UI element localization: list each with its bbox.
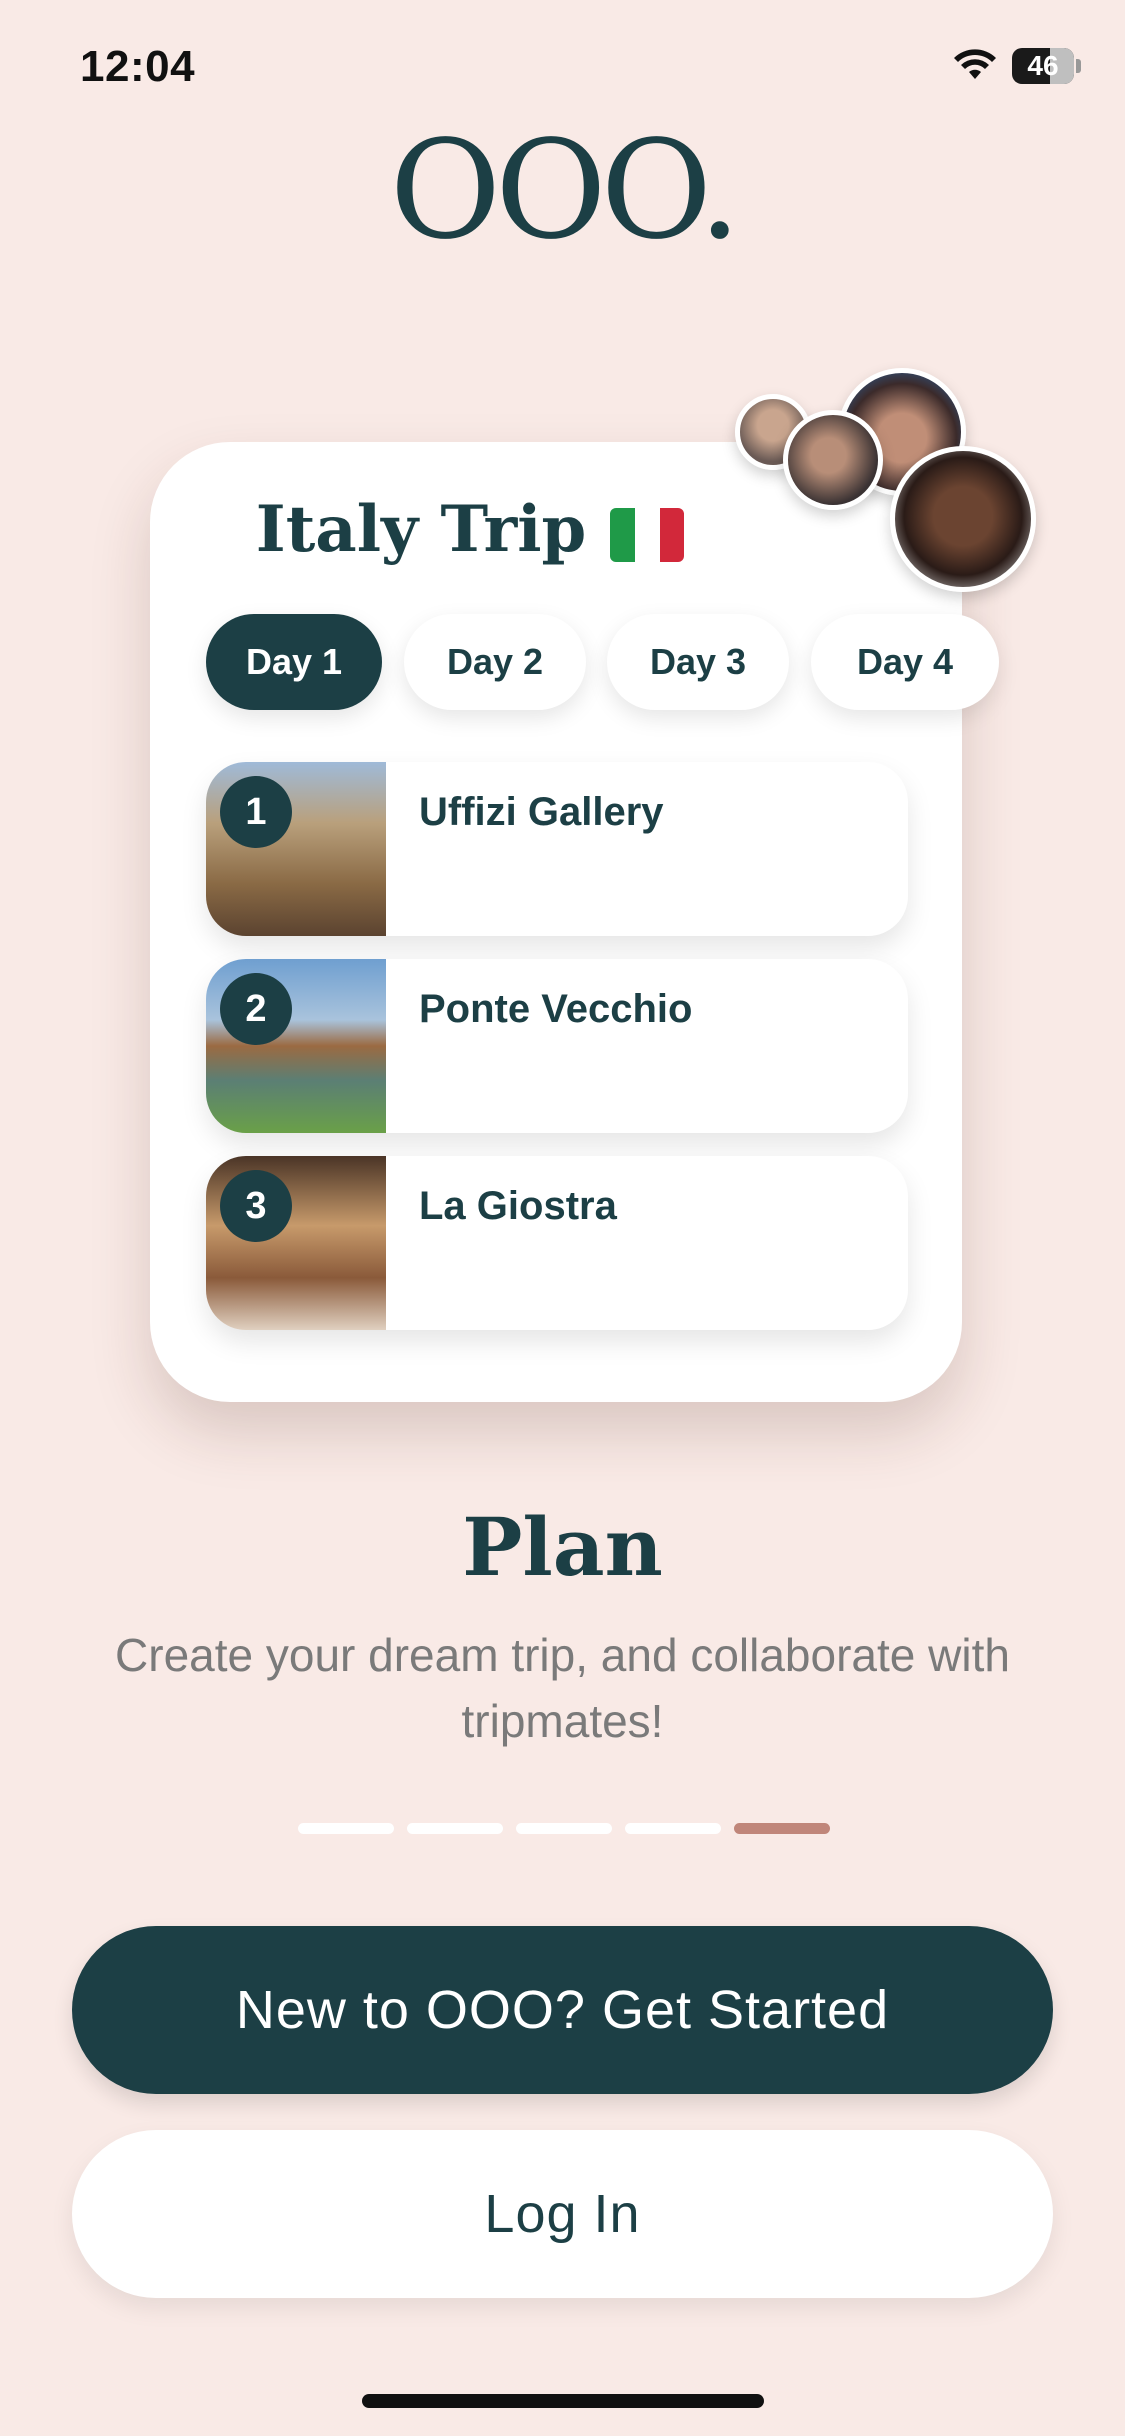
battery-icon: 46 (1012, 48, 1074, 84)
place-item[interactable]: 2 Ponte Vecchio (206, 959, 908, 1133)
place-name: La Giostra (419, 1184, 617, 1228)
feature-subtitle: Create your dream trip, and collaborate … (115, 1629, 1010, 1747)
feature-title: Plan (462, 1500, 663, 1594)
trip-title-row: Italy Trip (150, 492, 790, 567)
page-dot[interactable] (734, 1823, 830, 1834)
day-tab-3[interactable]: Day 3 (607, 614, 789, 710)
place-number-badge: 1 (220, 776, 292, 848)
login-button[interactable]: Log In (72, 2130, 1053, 2298)
page-dot[interactable] (407, 1823, 503, 1834)
day-tab-4[interactable]: Day 4 (811, 614, 999, 710)
place-name: Ponte Vecchio (419, 987, 693, 1031)
place-name: Uffizi Gallery (419, 790, 664, 834)
app-logo: OOO. (389, 112, 742, 270)
status-icons: 46 (952, 48, 1081, 84)
place-item[interactable]: 1 Uffizi Gallery (206, 762, 908, 936)
place-number-badge: 3 (220, 1170, 292, 1242)
battery-nub (1076, 59, 1081, 73)
get-started-button[interactable]: New to OOO? Get Started (72, 1926, 1053, 2094)
page-indicator[interactable] (298, 1823, 830, 1834)
status-time: 12:04 (80, 42, 196, 91)
italy-flag-icon (610, 507, 685, 562)
avatar[interactable] (890, 446, 1036, 592)
wifi-icon (954, 49, 996, 79)
avatar[interactable] (783, 410, 883, 510)
day-tab-2[interactable]: Day 2 (404, 614, 586, 710)
day-tab-1[interactable]: Day 1 (206, 614, 382, 710)
home-indicator[interactable] (362, 2394, 764, 2408)
battery-level: 46 (1027, 50, 1059, 81)
trip-title: Italy Trip (255, 492, 587, 567)
place-number-badge: 2 (220, 973, 292, 1045)
page-dot[interactable] (298, 1823, 394, 1834)
page-dot[interactable] (625, 1823, 721, 1834)
place-item[interactable]: 3 La Giostra (206, 1156, 908, 1330)
page-dot[interactable] (516, 1823, 612, 1834)
